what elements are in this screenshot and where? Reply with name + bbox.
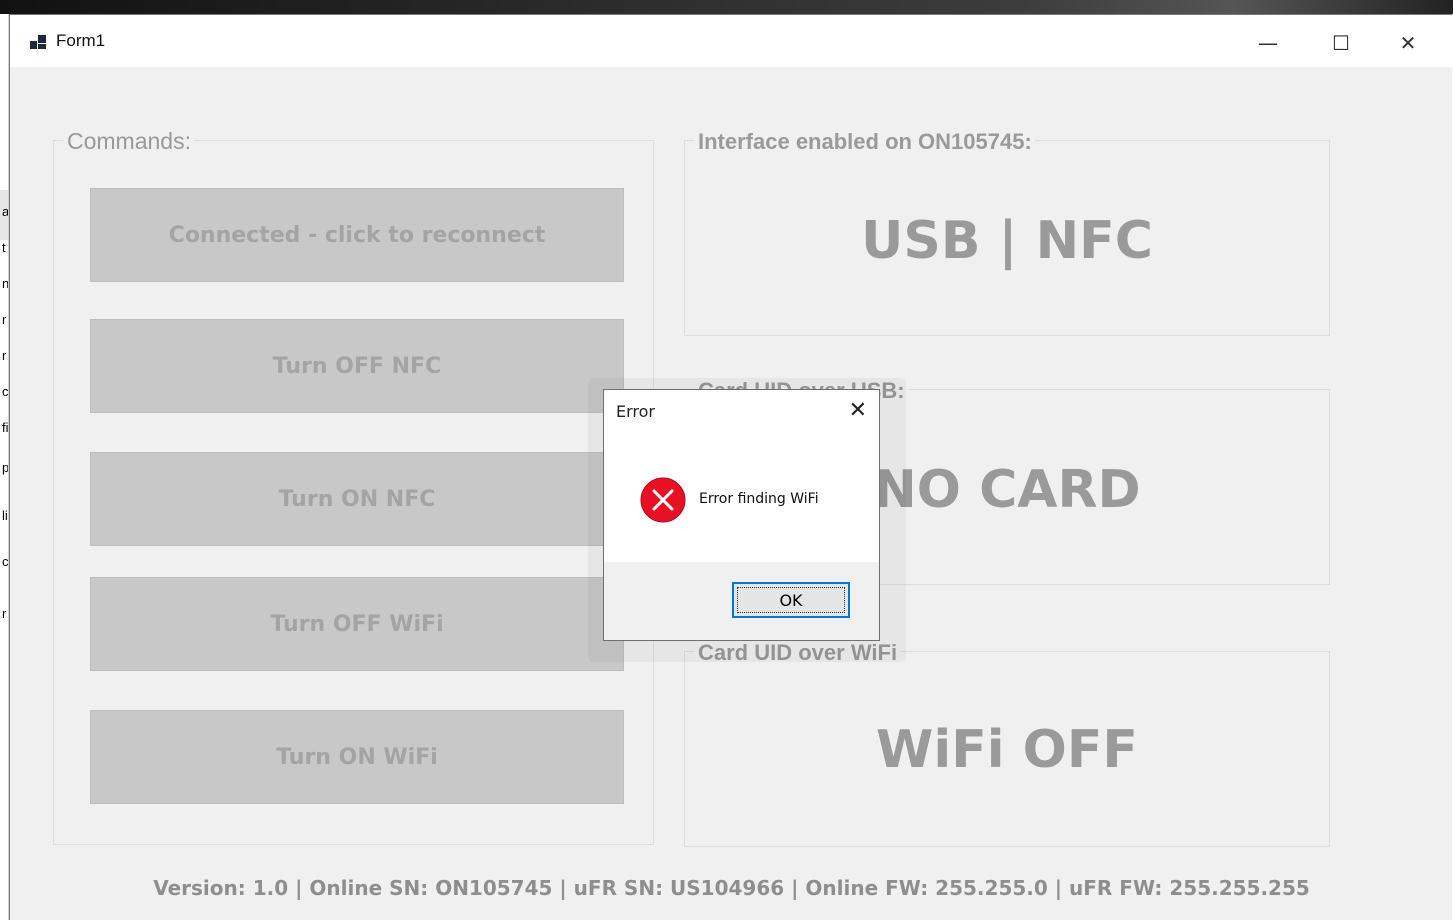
background-text-fragment: t [2,240,6,255]
background-text-fragment: n [2,276,9,291]
maximize-button[interactable]: ☐ [1316,25,1366,61]
interface-group: Interface enabled on ON105745: USB | NFC [684,129,1330,336]
dialog-title: Error [616,402,655,421]
ok-button[interactable]: OK [732,582,850,618]
wifi-card-group: Card UID over WiFi WiFi OFF [684,640,1330,847]
background-window-edge: a t n r r c fi p. li c r [0,14,9,920]
version-footer: Version: 1.0 | Online SN: ON105745 | uFR… [153,876,1310,900]
minimize-button[interactable]: — [1243,25,1293,61]
commands-group: Commands: Connected - click to reconnect… [53,128,654,845]
dialog-message: Error finding WiFi [699,491,819,507]
app-icon [30,35,46,49]
reconnect-button[interactable]: Connected - click to reconnect [90,188,624,282]
background-text-fragment: r [2,606,7,621]
desktop-background [0,0,1453,14]
window-title: Form1 [56,31,106,50]
background-text-fragment: a [2,204,9,219]
background-text-fragment: p. [2,460,9,475]
close-button[interactable]: ✕ [1383,25,1433,61]
error-dialog: Error ✕ Error finding WiFi OK [603,389,880,641]
wifi-card-value: WiFi OFF [876,720,1138,780]
commands-legend: Commands: [64,128,194,155]
error-icon [640,477,686,523]
turn-on-nfc-button[interactable]: Turn ON NFC [90,452,624,546]
background-text-fragment: r [2,312,7,327]
background-text-fragment: c [2,384,9,399]
focus-rectangle [737,587,845,613]
background-text-fragment: fi [2,420,9,435]
interface-legend: Interface enabled on ON105745: [695,129,1035,155]
dialog-button-bar: OK [604,562,879,640]
turn-off-nfc-button[interactable]: Turn OFF NFC [90,319,624,413]
interface-value: USB | NFC [861,211,1153,271]
dialog-close-button[interactable]: ✕ [849,398,867,423]
turn-off-wifi-button[interactable]: Turn OFF WiFi [90,577,624,671]
background-text-fragment: li [2,508,8,523]
background-text-fragment: r [2,348,7,363]
title-bar[interactable]: Form1 — ☐ ✕ [10,15,1452,67]
turn-on-wifi-button[interactable]: Turn ON WiFi [90,710,624,804]
background-text-fragment: c [2,554,9,569]
